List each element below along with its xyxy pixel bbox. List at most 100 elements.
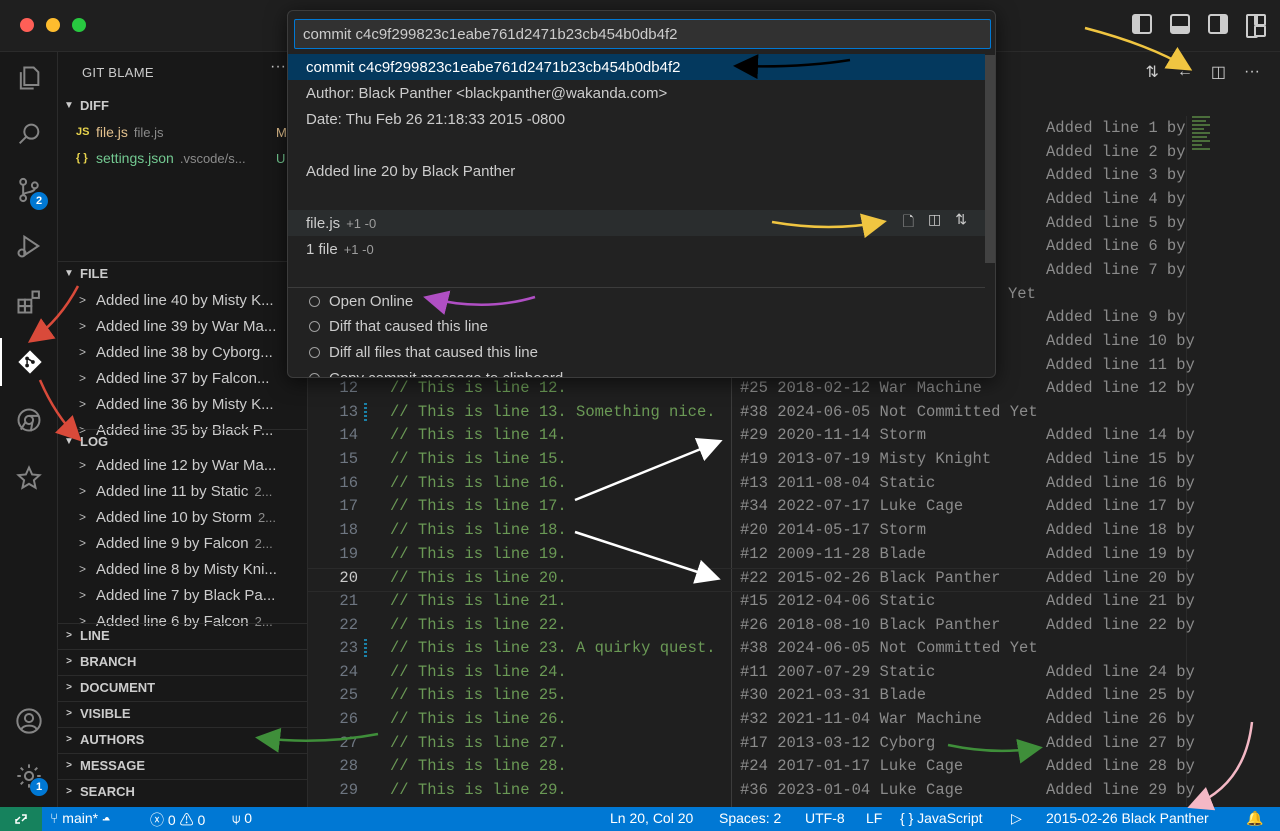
code-line[interactable]: 25 // This is line 25. #30 2021-03-31 Blad… xyxy=(308,686,1194,710)
ports-indicator[interactable]: ⍦ 0 xyxy=(232,810,252,827)
code-line[interactable]: 23 // This is line 23. A quirky quest. #38… xyxy=(308,639,1188,663)
file-history-item[interactable]: > Added line 38 by Cyborg... xyxy=(58,339,307,365)
end-of-line[interactable]: LF xyxy=(866,810,882,826)
code-line[interactable]: 27 // This is line 27. #17 2013-03-12 Cybo… xyxy=(308,734,1194,758)
encoding[interactable]: UTF-8 xyxy=(805,810,845,826)
commit-message-item[interactable]: Added line 20 by Black Panther xyxy=(288,158,985,184)
braces-icon: { } xyxy=(900,810,914,826)
close-window-button[interactable] xyxy=(20,18,34,32)
open-changes-icon[interactable]: ⇅ xyxy=(955,211,967,235)
file-history-item[interactable]: > Added line 40 by Misty K... xyxy=(58,287,307,313)
split-editor-icon[interactable]: ◫ xyxy=(1211,62,1226,82)
code-line[interactable]: 22 // This is line 22. #26 2018-08-10 Blac… xyxy=(308,616,1194,640)
section-diff[interactable]: ▼ DIFF xyxy=(58,93,307,117)
quick-pick-option[interactable]: Diff that caused this line xyxy=(288,314,985,340)
remote-indicator-icon[interactable] xyxy=(0,807,42,831)
problems-indicator[interactable]: ⓧ 0 ⚠ 0 xyxy=(150,810,205,830)
log-item[interactable]: > Added line 9 by Falcon 2... xyxy=(58,530,307,556)
open-changes-icon[interactable]: ⇅ xyxy=(1145,62,1158,82)
code-line[interactable]: 26 // This is line 26. #32 2021-11-04 War … xyxy=(308,710,1194,734)
toggle-secondary-sidebar-icon[interactable] xyxy=(1208,14,1228,34)
file-name: file.js xyxy=(96,124,128,140)
favorites-star-icon[interactable] xyxy=(0,454,58,502)
code-line[interactable]: 28 // This is line 28. #24 2017-01-17 Luke… xyxy=(308,757,1194,781)
log-item[interactable]: > Added line 12 by War Ma... xyxy=(58,452,307,478)
branch-indicator[interactable]: ⑂ main* ☁ xyxy=(50,810,110,826)
cursor-position[interactable]: Ln 20, Col 20 xyxy=(610,810,693,826)
quick-pick-option[interactable]: Copy commit message to clipboard xyxy=(288,365,985,377)
code-line[interactable]: 16 // This is line 16. #13 2011-08-04 Stat… xyxy=(308,474,1194,498)
section-visible[interactable]: > VISIBLE xyxy=(58,701,307,725)
more-actions-icon[interactable]: ··· xyxy=(1244,63,1260,81)
section-message[interactable]: > MESSAGE xyxy=(58,753,307,777)
blame-status[interactable]: 2015-02-26 Black Panther xyxy=(1046,810,1209,826)
source-control-icon[interactable]: 2 xyxy=(0,166,58,214)
log-item[interactable]: > Added line 7 by Black Pa... xyxy=(58,582,307,608)
quick-pick-option[interactable]: Open Online xyxy=(288,288,985,314)
file-status: M xyxy=(276,124,287,140)
quick-pick-scrollbar[interactable] xyxy=(985,55,995,263)
code-line[interactable]: 15 // This is line 15. #19 2013-07-19 Mist… xyxy=(308,450,1194,474)
file-history-item[interactable]: > Added line 37 by Falcon... xyxy=(58,365,307,391)
files-summary-item[interactable]: 1 file +1 -0 xyxy=(288,236,985,262)
go-back-arrow-icon[interactable]: ← xyxy=(1177,63,1193,81)
log-item[interactable]: > Added line 11 by Static 2... xyxy=(58,478,307,504)
log-item[interactable]: > Added line 10 by Storm 2... xyxy=(58,504,307,530)
log-item-label: Added line 11 by Static xyxy=(96,482,249,500)
git-blame-icon[interactable] xyxy=(0,338,58,386)
manage-gear-icon[interactable]: 1 xyxy=(0,752,58,800)
section-branch[interactable]: > BRANCH xyxy=(58,649,307,673)
toggle-primary-sidebar-icon[interactable] xyxy=(1132,14,1152,34)
run-icon[interactable]: ▷ xyxy=(1011,810,1022,827)
chevron-right-icon: > xyxy=(78,536,86,550)
section-file[interactable]: ▼ FILE xyxy=(58,261,307,285)
code-line[interactable]: 12 // This is line 12. #25 2018-02-12 War … xyxy=(308,379,1194,403)
section-log[interactable]: ▼ LOG xyxy=(58,429,307,453)
search-icon[interactable] xyxy=(0,110,58,158)
minimize-window-button[interactable] xyxy=(46,18,60,32)
code-line[interactable]: 14 // This is line 14. #29 2020-11-14 Stor… xyxy=(308,426,1194,450)
maximize-window-button[interactable] xyxy=(72,18,86,32)
language-mode[interactable]: { } JavaScript xyxy=(900,810,983,826)
file-history-item[interactable]: > Added line 36 by Misty K... xyxy=(58,391,307,417)
quick-pick-input[interactable] xyxy=(294,19,991,49)
code-line[interactable]: 21 // This is line 21. #15 2012-04-06 Stat… xyxy=(308,592,1194,616)
code-line[interactable]: 29 // This is line 29. #36 2023-01-04 Luke… xyxy=(308,781,1194,805)
minimap[interactable] xyxy=(1192,116,1216,156)
option-label: Copy commit message to clipboard xyxy=(329,370,563,377)
indentation[interactable]: Spaces: 2 xyxy=(719,810,781,826)
section-search[interactable]: > SEARCH xyxy=(58,779,307,803)
blame-message: Added line 2 by xyxy=(1046,142,1186,161)
section-document[interactable]: > DOCUMENT xyxy=(58,675,307,699)
code-line[interactable]: 19 // This is line 19. #12 2009-11-28 Blad… xyxy=(308,545,1194,569)
diff-file-item[interactable]: { } settings.json .vscode/s... U xyxy=(58,145,307,171)
explorer-icon[interactable] xyxy=(0,54,58,102)
quick-pick-option[interactable]: Diff all files that caused this line xyxy=(288,339,985,365)
extensions-icon[interactable] xyxy=(0,278,58,326)
section-authors[interactable]: > AUTHORS xyxy=(58,727,307,751)
code-line[interactable]: 13 // This is line 13. Something nice. #38… xyxy=(308,402,1188,427)
commit-date-item[interactable]: Date: Thu Feb 26 21:18:33 2015 -0800 xyxy=(288,106,985,132)
diff-file-item[interactable]: JS file.js file.js M xyxy=(58,119,307,145)
file-history-item[interactable]: > Added line 39 by War Ma... xyxy=(58,313,307,339)
log-item[interactable]: > Added line 8 by Misty Kni... xyxy=(58,556,307,582)
run-debug-icon[interactable] xyxy=(0,222,58,270)
commit-hash-item[interactable]: commit c4c9f299823c1eabe761d2471b23cb454… xyxy=(288,54,985,80)
sidebar-more-actions[interactable]: ··· xyxy=(270,58,286,76)
section-line[interactable]: > LINE xyxy=(58,623,307,647)
code-line[interactable]: 20 // This is line 20. #22 2015-02-26 Blac… xyxy=(308,568,1195,592)
code-line[interactable]: 24 // This is line 24. #11 2007-07-29 Stat… xyxy=(308,663,1194,687)
code-line[interactable]: 18 // This is line 18. #20 2014-05-17 Stor… xyxy=(308,521,1194,545)
code-line[interactable]: 17 // This is line 17. #34 2022-07-17 Luke… xyxy=(308,497,1194,521)
toggle-panel-icon[interactable] xyxy=(1170,14,1190,34)
compare-icon[interactable]: ◫ xyxy=(928,211,941,235)
customize-layout-icon[interactable] xyxy=(1246,14,1266,38)
blame-message: Added line 11 by xyxy=(1046,355,1195,374)
remote-explorer-icon[interactable] xyxy=(0,396,58,444)
changed-file-item[interactable]: file.js +1 -0 🗋 ◫ ⇅ xyxy=(288,210,985,236)
option-circle-icon xyxy=(309,372,320,377)
notifications-bell-icon[interactable]: 🔔 xyxy=(1246,810,1263,827)
commit-author-item[interactable]: Author: Black Panther <blackpanther@waka… xyxy=(288,80,985,106)
open-file-icon[interactable]: 🗋 xyxy=(903,211,914,235)
accounts-icon[interactable] xyxy=(0,697,58,745)
